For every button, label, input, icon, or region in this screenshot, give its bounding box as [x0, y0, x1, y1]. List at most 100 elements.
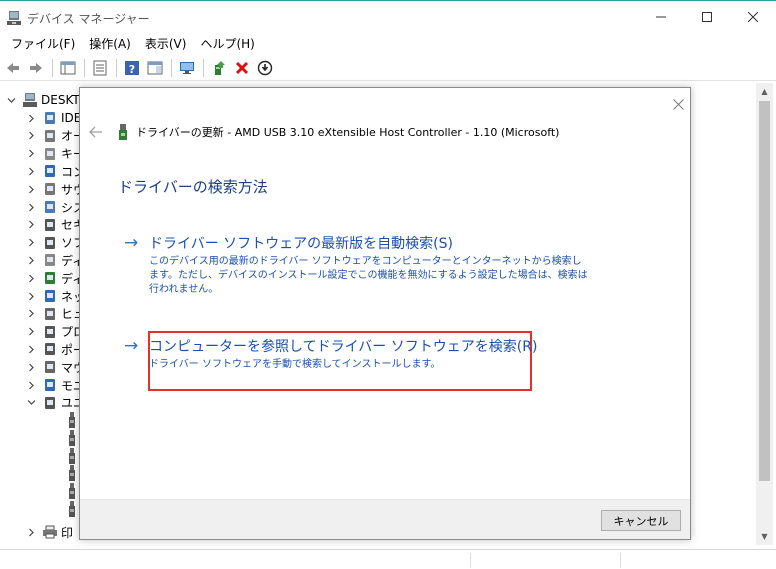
chevron-right-icon[interactable] [26, 202, 36, 212]
tree-item[interactable]: キー [26, 145, 80, 163]
chevron-right-icon[interactable] [26, 362, 36, 372]
back-icon [7, 63, 19, 73]
toolbar-separator [171, 59, 172, 77]
menu-bar: ファイル(F) 操作(A) 表示(V) ヘルプ(H) [0, 33, 776, 55]
close-icon [748, 11, 758, 22]
view-icon [147, 61, 163, 75]
tree-item-label: ユニ [61, 396, 80, 411]
tree-item[interactable]: オー [26, 127, 80, 145]
view-button[interactable] [144, 57, 166, 79]
menu-action[interactable]: 操作(A) [82, 33, 138, 55]
menu-file[interactable]: ファイル(F) [4, 33, 82, 55]
usb-device-icon [64, 447, 80, 464]
update-driver-button[interactable] [208, 57, 230, 79]
chevron-right-icon[interactable] [26, 309, 36, 319]
chevron-down-icon[interactable] [6, 95, 16, 105]
tree-item[interactable]: セキ [26, 216, 80, 234]
system-device-icon [42, 199, 58, 215]
usb-child-device[interactable] [64, 429, 80, 447]
ide-controller-icon [42, 110, 58, 126]
tree-item[interactable]: コン [26, 162, 80, 180]
device-tree: DESKT IDE オー キー コン サウ シス セキ ソフ ディ ディ ネッ ヒュ プロ ポー マウ モニユ… [0, 89, 80, 549]
chevron-right-icon[interactable] [26, 149, 36, 159]
computer-icon [23, 93, 37, 107]
chevron-right-icon[interactable] [26, 380, 36, 390]
chevron-right-icon[interactable] [26, 327, 36, 337]
uninstall-icon [235, 61, 249, 75]
auto-search-link[interactable]: → ドライバー ソフトウェアの最新版を自動検索(S) [124, 233, 594, 253]
tree-root[interactable]: DESKT [6, 91, 80, 109]
browse-title[interactable]: コンピューターを参照してドライバー ソフトウェアを検索(R) [149, 336, 537, 356]
maximize-button[interactable] [684, 1, 730, 32]
tree-item[interactable]: IDE [26, 109, 80, 127]
browse-link[interactable]: → コンピューターを参照してドライバー ソフトウェアを検索(R) [124, 336, 594, 356]
dialog-header-text: ドライバーの更新 - AMD USB 3.10 eXtensible Host … [136, 126, 560, 139]
auto-search-option[interactable]: → ドライバー ソフトウェアの最新版を自動検索(S) このデバイス用の最新のドラ… [124, 233, 594, 297]
dialog-back-button[interactable] [88, 124, 104, 140]
chevron-right-icon[interactable] [26, 131, 36, 141]
vertical-scrollbar[interactable]: ▲ ▼ [756, 83, 773, 545]
scroll-up-arrow-icon[interactable]: ▲ [756, 83, 773, 100]
tree-item[interactable]: シス [26, 198, 80, 216]
tree-item[interactable]: ソフ [26, 234, 80, 252]
browse-option[interactable]: → コンピューターを参照してドライバー ソフトウェアを検索(R) ドライバー ソ… [124, 336, 594, 372]
show-hide-tree-button[interactable] [57, 57, 79, 79]
tree-item[interactable]: プロ [26, 323, 80, 341]
back-button[interactable] [2, 57, 24, 79]
dialog-header: ドライバーの更新 - AMD USB 3.10 eXtensible Host … [118, 124, 559, 140]
menu-help[interactable]: ヘルプ(H) [193, 33, 261, 55]
forward-button[interactable] [25, 57, 47, 79]
help-button[interactable]: ? [121, 57, 143, 79]
computer-monitor-icon [42, 163, 58, 179]
auto-search-title[interactable]: ドライバー ソフトウェアの最新版を自動検索(S) [149, 233, 453, 253]
tree-item-label: コン [61, 164, 80, 179]
chevron-right-icon[interactable] [26, 113, 36, 123]
cancel-button[interactable]: キャンセル [601, 510, 681, 531]
dialog-close-button[interactable] [668, 94, 688, 114]
toolbar: ? [0, 56, 776, 81]
scroll-down-arrow-icon[interactable]: ▼ [756, 528, 773, 545]
chevron-right-icon[interactable] [26, 166, 36, 176]
uninstall-button[interactable] [231, 57, 253, 79]
tree-item[interactable]: ディ [26, 251, 80, 269]
chevron-right-icon[interactable] [26, 238, 36, 248]
usb-child-device[interactable] [64, 464, 80, 482]
tree-item[interactable]: ディ [26, 269, 80, 287]
tree-item[interactable]: ユニ [26, 394, 80, 412]
usb-child-device[interactable] [64, 482, 80, 500]
chevron-down-icon[interactable] [26, 398, 36, 408]
scan-hardware-monitor-button[interactable] [176, 57, 198, 79]
chevron-right-icon[interactable] [26, 344, 36, 354]
menu-view[interactable]: 表示(V) [138, 33, 194, 55]
chevron-right-icon[interactable] [26, 527, 36, 537]
tree-item-label: セキ [61, 218, 80, 233]
properties-button[interactable] [89, 57, 111, 79]
tree-item[interactable]: モニ [26, 376, 80, 394]
toolbar-separator [116, 59, 117, 77]
scan-icon [257, 60, 273, 76]
usb-device-icon [64, 501, 80, 517]
chevron-right-icon[interactable] [26, 291, 36, 301]
hid-icon [42, 306, 58, 322]
chevron-right-icon[interactable] [26, 255, 36, 265]
usb-child-device[interactable] [64, 500, 80, 518]
tree-item-bottom[interactable]: 印 [26, 523, 73, 541]
scan-changes-button[interactable] [254, 57, 276, 79]
chevron-right-icon[interactable] [26, 273, 36, 283]
chevron-right-icon[interactable] [26, 220, 36, 230]
tree-item[interactable]: ネッ [26, 287, 80, 305]
chevron-right-icon[interactable] [26, 184, 36, 194]
audio-icon [42, 128, 58, 144]
close-button[interactable] [730, 1, 776, 32]
minimize-button[interactable] [638, 1, 684, 32]
usb-child-device[interactable] [64, 447, 80, 465]
browse-description: ドライバー ソフトウェアを手動で検索してインストールします。 [149, 359, 441, 370]
tree-item[interactable]: サウ [26, 180, 80, 198]
dialog-heading: ドライバーの検索方法 [118, 178, 268, 196]
tree-item[interactable]: マウ [26, 358, 80, 376]
usb-child-device[interactable] [64, 411, 80, 429]
scrollbar-thumb[interactable] [759, 101, 770, 481]
tree-item[interactable]: ポー [26, 340, 80, 358]
usb-device-icon [64, 465, 80, 482]
tree-item[interactable]: ヒュ [26, 305, 80, 323]
